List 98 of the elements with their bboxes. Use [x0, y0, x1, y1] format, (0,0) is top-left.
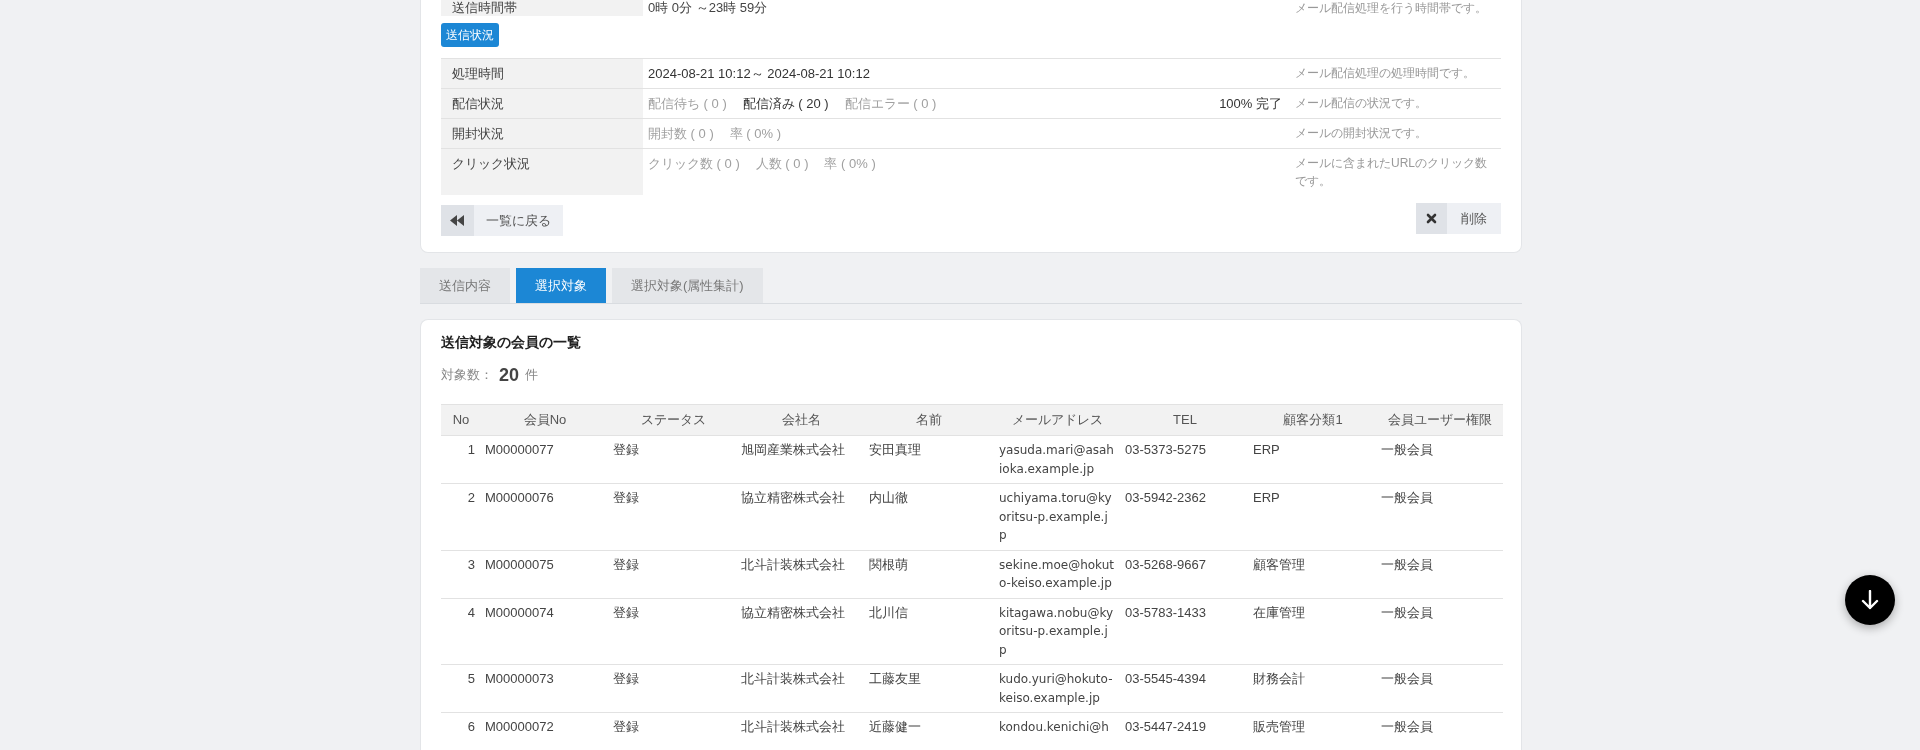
- field-label: クリック状況: [441, 149, 643, 195]
- table-cell: 03-5545-4394: [1121, 664, 1249, 713]
- status-text: 配信済み ( 20 ): [742, 95, 829, 113]
- table-cell: 北川信: [865, 598, 993, 665]
- table-cell: 関根萌: [865, 550, 993, 598]
- table-cell: 一般会員: [1377, 550, 1503, 598]
- table-cell: 5: [441, 664, 481, 713]
- table-cell: 03-5942-2362: [1121, 483, 1249, 550]
- arrow-down-icon: [1860, 590, 1880, 610]
- table-cell: M00000077: [481, 435, 609, 484]
- status-text: 率 ( 0% ): [729, 125, 782, 143]
- count-unit: 件: [525, 366, 539, 385]
- table-cell: 3: [441, 550, 481, 598]
- list-title: 送信対象の会員の一覧: [441, 333, 582, 352]
- table-cell: M00000074: [481, 598, 609, 665]
- column-header: ステータス: [609, 404, 737, 436]
- table-cell: 販売管理: [1249, 712, 1377, 742]
- field-label: 送信時間帯: [441, 0, 643, 16]
- count-label: 対象数：: [441, 366, 493, 385]
- table-cell: 6: [441, 712, 481, 742]
- column-header: メールアドレス: [993, 404, 1121, 436]
- column-header: 会員No: [481, 404, 609, 436]
- back-button[interactable]: 一覧に戻る: [441, 205, 563, 236]
- field-value: 0時 0分 ～23時 59分: [647, 0, 769, 16]
- tab[interactable]: 選択対象: [516, 268, 606, 303]
- count-value: 20: [499, 363, 520, 387]
- table-cell: 4: [441, 598, 481, 665]
- column-header: 会員ユーザー権限: [1377, 404, 1503, 436]
- rewind-icon: [441, 205, 474, 236]
- table-cell: ERP: [1249, 483, 1377, 550]
- table-cell: yasuda.mari@asahioka.example.jp: [993, 435, 1121, 484]
- table-cell: 登録: [609, 435, 737, 484]
- delete-button[interactable]: 削除: [1416, 203, 1501, 234]
- table-cell: kondou.kenichi@h: [993, 712, 1121, 742]
- field-note: メールに含まれたURLのクリック数です。: [1294, 155, 1488, 190]
- table-cell: 協立精密株式会社: [737, 483, 865, 550]
- table-cell: 顧客管理: [1249, 550, 1377, 598]
- field-note: メール配信処理の処理時間です。: [1294, 65, 1476, 82]
- table-cell: kitagawa.nobu@kyoritsu-p.example.jp: [993, 598, 1121, 665]
- table-cell: sekine.moe@hokuto-keiso.example.jp: [993, 550, 1121, 598]
- table-cell: 03-5268-9667: [1121, 550, 1249, 598]
- column-header: 顧客分類1: [1249, 404, 1377, 436]
- field-label: 配信状況: [441, 89, 643, 118]
- progress-text: 100% 完了: [1219, 95, 1282, 113]
- table-cell: kudo.yuri@hokuto-keiso.example.jp: [993, 664, 1121, 713]
- table-cell: 工藤友里: [865, 664, 993, 713]
- table-cell: 登録: [609, 550, 737, 598]
- table-cell: 03-5783-1433: [1121, 598, 1249, 665]
- table-cell: 登録: [609, 712, 737, 742]
- table-cell: 一般会員: [1377, 598, 1503, 665]
- table-cell: 北斗計装株式会社: [737, 712, 865, 742]
- table-cell: 北斗計装株式会社: [737, 550, 865, 598]
- tab[interactable]: 選択対象(属性集計): [612, 268, 763, 303]
- table-cell: 1: [441, 435, 481, 484]
- table-cell: ERP: [1249, 435, 1377, 484]
- status-text: 率 ( 0% ): [824, 155, 876, 173]
- table-cell: 登録: [609, 483, 737, 550]
- table-cell: M00000072: [481, 712, 609, 742]
- field-note: メールの開封状況です。: [1294, 125, 1428, 142]
- table-cell: 一般会員: [1377, 664, 1503, 713]
- status-text: 配信待ち ( 0 ): [648, 95, 727, 113]
- table-cell: 在庫管理: [1249, 598, 1377, 665]
- field-note: メール配信の状況です。: [1294, 95, 1428, 112]
- table-cell: 財務会計: [1249, 664, 1377, 713]
- table-cell: 03-5447-2419: [1121, 712, 1249, 742]
- table-cell: M00000073: [481, 664, 609, 713]
- table-cell: 安田真理: [865, 435, 993, 484]
- table-cell: uchiyama.toru@kyoritsu-p.example.jp: [993, 483, 1121, 550]
- table-cell: M00000075: [481, 550, 609, 598]
- table-cell: 登録: [609, 664, 737, 713]
- table-cell: 一般会員: [1377, 483, 1503, 550]
- table-cell: 2: [441, 483, 481, 550]
- table-cell: 旭岡産業株式会社: [737, 435, 865, 484]
- column-header: 会社名: [737, 404, 865, 436]
- status-text: 開封数 ( 0 ): [648, 125, 714, 143]
- table-cell: 北斗計装株式会社: [737, 664, 865, 713]
- field-label: 処理時間: [441, 59, 643, 88]
- tab[interactable]: 送信内容: [420, 268, 510, 303]
- table-cell: 一般会員: [1377, 435, 1503, 484]
- section-label: 送信状況: [441, 23, 499, 47]
- status-text: 人数 ( 0 ): [755, 155, 809, 173]
- table-cell: 協立精密株式会社: [737, 598, 865, 665]
- table-cell: 登録: [609, 598, 737, 665]
- table-cell: 内山徹: [865, 483, 993, 550]
- column-header: TEL: [1121, 404, 1249, 436]
- table-cell: 一般会員: [1377, 712, 1503, 742]
- table-cell: 近藤健一: [865, 712, 993, 742]
- column-header: 名前: [865, 404, 993, 436]
- status-text: クリック数 ( 0 ): [648, 155, 740, 173]
- scroll-down-button[interactable]: [1845, 575, 1895, 625]
- table-cell: M00000076: [481, 483, 609, 550]
- column-header: No: [441, 404, 481, 436]
- table-cell: 03-5373-5275: [1121, 435, 1249, 484]
- cross-icon: [1416, 203, 1447, 234]
- status-text: 配信エラー ( 0 ): [844, 95, 937, 113]
- field-label: 開封状況: [441, 119, 643, 148]
- field-note: メール配信処理を行う時間帯です。: [1294, 0, 1488, 16]
- status-text: 2024-08-21 10:12～ 2024-08-21 10:12: [648, 65, 870, 83]
